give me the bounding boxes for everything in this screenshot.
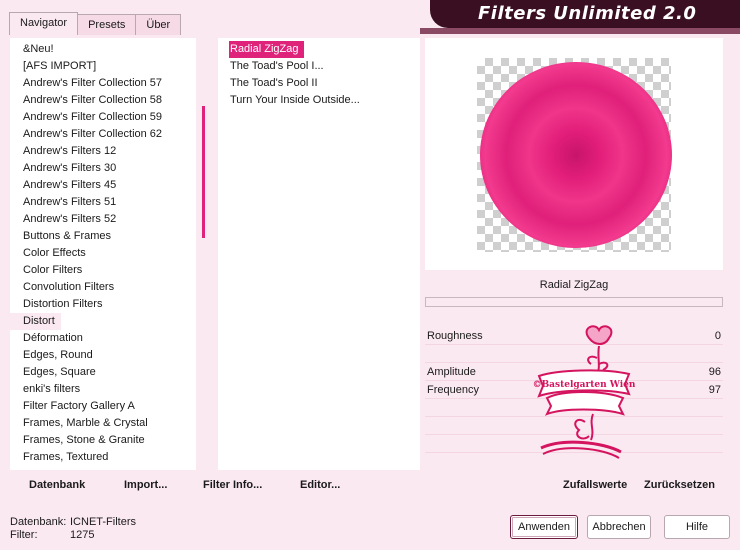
tab-bar: Navigator Presets Über xyxy=(9,12,182,35)
category-item[interactable]: enki's filters xyxy=(10,381,196,398)
category-item[interactable]: Frames, Marble & Crystal xyxy=(10,415,196,432)
help-button[interactable]: Hilfe xyxy=(664,515,730,539)
app-title: Filters Unlimited 2.0 xyxy=(478,3,697,24)
category-item[interactable]: Andrew's Filters 12 xyxy=(10,143,196,160)
param-label: Amplitude xyxy=(427,366,476,378)
category-item[interactable]: Déformation xyxy=(10,330,196,347)
category-item[interactable]: Andrew's Filters 30 xyxy=(10,160,196,177)
tab-navigator[interactable]: Navigator xyxy=(9,12,79,35)
category-item[interactable]: Edges, Round xyxy=(10,347,196,364)
category-item[interactable]: &Neu! xyxy=(10,41,196,58)
title-strip xyxy=(420,28,740,34)
category-list-items: &Neu! [AFS IMPORT] Andrew's Filter Collect… xyxy=(10,38,196,466)
database-value: ICNET-Filters xyxy=(70,516,136,528)
cancel-button[interactable]: Abbrechen xyxy=(587,515,651,539)
filter-count-label: Filter: xyxy=(10,529,38,541)
current-filter-name: Radial ZigZag xyxy=(425,274,723,296)
category-scrollbar-thumb[interactable] xyxy=(202,106,205,238)
preview-panel xyxy=(425,38,723,270)
category-item[interactable]: Convolution Filters xyxy=(10,279,196,296)
import-button[interactable]: Import... xyxy=(124,479,167,491)
category-item[interactable]: Edges, Square xyxy=(10,364,196,381)
param-value: 97 xyxy=(708,384,721,396)
category-item[interactable]: Andrew's Filters 45 xyxy=(10,177,196,194)
filter-list-items: Radial ZigZag The Toad's Pool I... The Toa… xyxy=(218,38,420,109)
zufallswerte-button[interactable]: Zufallswerte xyxy=(563,479,627,491)
filter-item[interactable]: The Toad's Pool II xyxy=(218,75,420,92)
category-item[interactable]: Frames, Stone & Granite xyxy=(10,432,196,449)
category-item[interactable]: Andrew's Filter Collection 59 xyxy=(10,109,196,126)
category-item[interactable]: Frames, Textured xyxy=(10,449,196,466)
category-item[interactable]: Distort xyxy=(10,313,61,330)
filter-item[interactable]: The Toad's Pool I... xyxy=(218,58,420,75)
datenbank-button[interactable]: Datenbank xyxy=(29,479,85,491)
tab-presets[interactable]: Presets xyxy=(77,14,137,35)
category-scrollbar[interactable] xyxy=(196,38,212,470)
progress-bar xyxy=(425,297,723,307)
param-label: Frequency xyxy=(427,384,479,396)
filter-item[interactable]: Turn Your Inside Outside... xyxy=(218,92,420,109)
category-item[interactable]: Color Filters xyxy=(10,262,196,279)
category-item[interactable]: Buttons & Frames xyxy=(10,228,196,245)
category-item[interactable]: [AFS IMPORT] xyxy=(10,58,196,75)
database-label: Datenbank: xyxy=(10,516,67,528)
preview-image xyxy=(480,62,672,248)
category-item[interactable]: Andrew's Filter Collection 57 xyxy=(10,75,196,92)
watermark-seal-icon: ©Bastelgarten Wien xyxy=(533,325,635,459)
title-banner: Filters Unlimited 2.0 xyxy=(430,0,740,28)
category-item[interactable]: Andrew's Filter Collection 62 xyxy=(10,126,196,143)
bottom-toolbar: Datenbank Import... Filter Info... Edito… xyxy=(10,473,420,497)
category-item[interactable]: Filter Factory Gallery A xyxy=(10,398,196,415)
category-item[interactable]: Andrew's Filters 51 xyxy=(10,194,196,211)
param-value: 0 xyxy=(714,330,721,342)
category-item[interactable]: Andrew's Filters 52 xyxy=(10,211,196,228)
category-item[interactable]: Color Effects xyxy=(10,245,196,262)
filter-info-button[interactable]: Filter Info... xyxy=(203,479,262,491)
filter-list[interactable]: Radial ZigZag The Toad's Pool I... The Toa… xyxy=(218,38,420,470)
tab-uber[interactable]: Über xyxy=(135,14,182,35)
category-list[interactable]: &Neu! [AFS IMPORT] Andrew's Filter Collect… xyxy=(10,38,196,470)
filter-item[interactable]: Radial ZigZag xyxy=(229,41,305,58)
param-value: 96 xyxy=(708,366,721,378)
param-label: Roughness xyxy=(427,330,483,342)
editor-button[interactable]: Editor... xyxy=(300,479,340,491)
filter-count-value: 1275 xyxy=(70,529,95,541)
watermark-text: ©Bastelgarten Wien xyxy=(533,380,635,390)
status-area: Datenbank: ICNET-Filters Filter: 1275 xyxy=(10,516,136,542)
zuruecksetzen-button[interactable]: Zurücksetzen xyxy=(644,479,715,491)
apply-button[interactable]: Anwenden xyxy=(510,515,578,539)
category-item[interactable]: Andrew's Filter Collection 58 xyxy=(10,92,196,109)
bottom-toolbar-right: Zufallswerte Zurücksetzen xyxy=(425,473,723,497)
category-item[interactable]: Distortion Filters xyxy=(10,296,196,313)
